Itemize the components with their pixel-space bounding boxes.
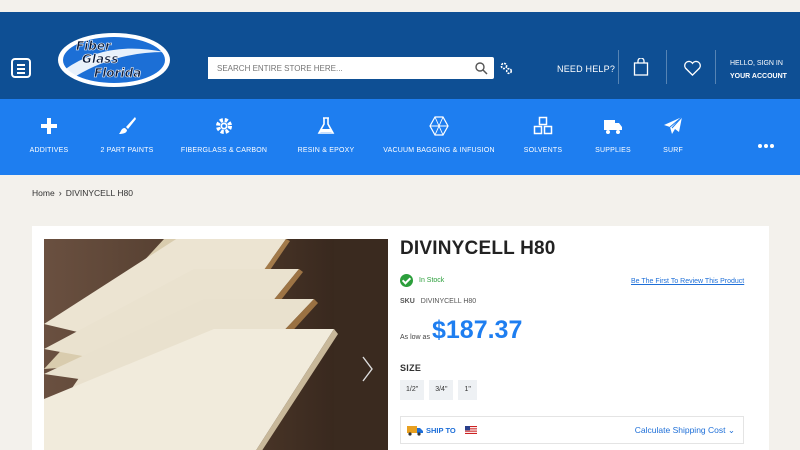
category-label: SURF: [663, 147, 683, 154]
header-divider: [618, 50, 619, 84]
delivery-truck-icon: [407, 426, 423, 436]
need-help-link[interactable]: NEED HELP?: [557, 64, 615, 74]
category-label: ADDITIVES: [29, 147, 69, 154]
category-fiberglass-carbon[interactable]: FIBERGLASS & CARBON: [180, 99, 268, 175]
calculate-shipping-label: Calculate Shipping Cost: [634, 425, 726, 435]
account-link[interactable]: HELLO, SIGN IN YOUR ACCOUNT: [730, 57, 787, 83]
category-additives[interactable]: ADDITIVES: [24, 99, 74, 175]
breadcrumb: Home › DIVINYCELL H80: [32, 188, 133, 198]
size-options: 1/2" 3/4" 1": [400, 380, 482, 400]
product-price: $187.37: [432, 316, 523, 344]
size-option[interactable]: 1/2": [400, 380, 425, 400]
category-surf[interactable]: SURF: [660, 99, 686, 175]
category-label: VACUUM BAGGING & INFUSION: [383, 147, 495, 154]
flask-icon: [317, 117, 335, 134]
breadcrumb-separator-icon: ›: [58, 188, 62, 198]
chevron-down-icon: ⌄: [727, 425, 735, 435]
foam-board-photo: [44, 239, 388, 450]
svg-text:Florida: Florida: [94, 66, 141, 80]
breadcrumb-current: DIVINYCELL H80: [65, 188, 133, 198]
as-low-as-label: As low as: [400, 334, 430, 341]
category-label: SOLVENTS: [523, 147, 563, 154]
gear-icon: [216, 118, 232, 134]
header-divider: [715, 50, 716, 84]
truck-icon: [604, 120, 622, 134]
us-flag-icon[interactable]: [465, 426, 477, 434]
plus-icon: [41, 118, 57, 134]
search-input[interactable]: [208, 57, 458, 79]
top-strip: [0, 0, 800, 12]
sku-row: SKU DIVINYCELL H80: [400, 298, 476, 305]
size-option[interactable]: 3/4": [429, 380, 454, 400]
sku-value: DIVINYCELL H80: [420, 298, 477, 305]
category-solvents[interactable]: SOLVENTS: [522, 99, 564, 175]
size-label: SIZE: [400, 363, 422, 373]
shipping-estimator[interactable]: SHIP TO Calculate Shipping Cost ⌄: [400, 416, 744, 444]
paper-plane-icon: [664, 116, 683, 134]
product-image[interactable]: [44, 239, 388, 450]
hamburger-menu-button[interactable]: [11, 58, 31, 78]
header-divider: [666, 50, 667, 84]
brush-icon: [119, 117, 136, 134]
search-box[interactable]: [208, 57, 494, 79]
cubes-icon: [533, 116, 553, 135]
in-stock-check-icon: [400, 274, 413, 287]
category-label: RESIN & EPOXY: [297, 147, 355, 154]
size-option[interactable]: 1": [458, 380, 477, 400]
sku-label: SKU: [400, 298, 415, 305]
category-vacuum-bagging-infusion[interactable]: VACUUM BAGGING & INFUSION: [383, 99, 495, 175]
ship-to-label: SHIP TO: [426, 426, 456, 435]
stock-text: In Stock: [419, 277, 445, 284]
search-icon[interactable]: [474, 61, 488, 75]
category-label: SUPPLIES: [595, 147, 631, 154]
product-card: DIVINYCELL H80 In Stock Be The First To …: [32, 226, 769, 450]
more-categories-button[interactable]: [758, 135, 776, 153]
category-nav: ADDITIVES 2 PART PAINTS FIBERGLASS & CAR…: [0, 99, 800, 175]
settings-gears-icon[interactable]: [499, 61, 513, 75]
category-label: FIBERGLASS & CARBON: [180, 147, 268, 154]
fiber-glass-florida-logo[interactable]: Fiber Glass Florida: [56, 30, 172, 90]
svg-text:Glass: Glass: [82, 52, 118, 66]
wishlist-heart-icon[interactable]: [683, 60, 702, 77]
breadcrumb-home-link[interactable]: Home: [32, 188, 55, 198]
review-link[interactable]: Be The First To Review This Product: [631, 278, 744, 285]
calculate-shipping-dropdown[interactable]: Calculate Shipping Cost ⌄: [635, 425, 735, 436]
site-header: Fiber Glass Florida NEED HELP? HELLO, SI…: [0, 12, 800, 99]
category-label: 2 PART PAINTS: [100, 147, 154, 154]
shopping-bag-icon[interactable]: [633, 58, 649, 76]
account-greeting: HELLO, SIGN IN: [730, 60, 783, 67]
category-resin-epoxy[interactable]: RESIN & EPOXY: [298, 99, 354, 175]
polygon-icon: [429, 116, 449, 136]
svg-text:Fiber: Fiber: [76, 39, 112, 53]
stock-status: In Stock: [400, 274, 444, 287]
account-label: YOUR ACCOUNT: [730, 73, 787, 80]
product-title: DIVINYCELL H80: [400, 238, 556, 259]
category-supplies[interactable]: SUPPLIES: [594, 99, 632, 175]
category-2-part-paints[interactable]: 2 PART PAINTS: [97, 99, 157, 175]
